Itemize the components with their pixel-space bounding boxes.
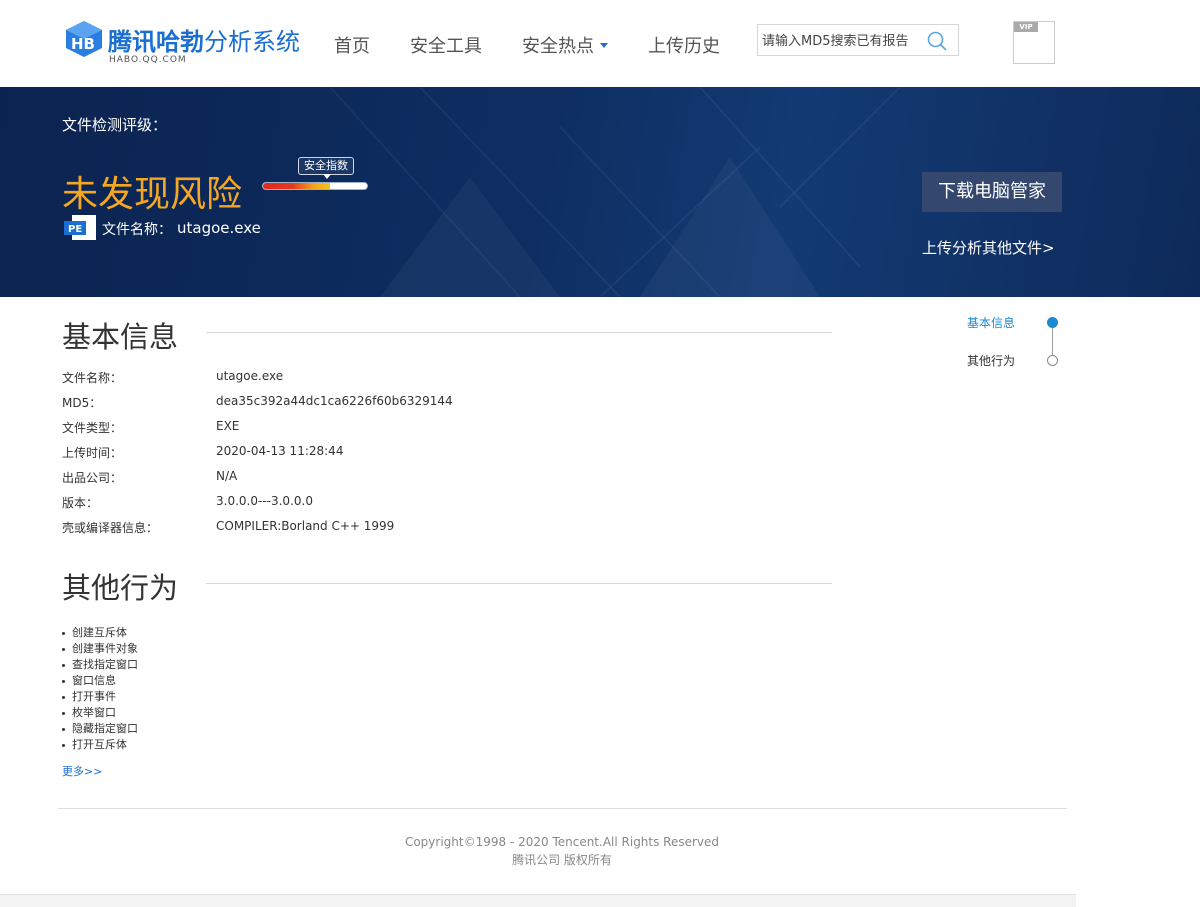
pe-file-icon-label: PE [68,224,82,235]
logo-title: 腾讯哈勃分析系统 [108,22,300,57]
side-nav-other-behavior[interactable]: 其他行为 [967,352,1015,369]
logo-title-rest: 分析系统 [204,28,300,56]
info-value: dea35c392a44dc1ca6226f60b6329144 [216,394,453,408]
bottom-scrollbar[interactable] [0,894,1076,907]
info-label: 壳或编译器信息： [62,521,159,535]
search-box [757,24,959,56]
chevron-down-icon [600,42,608,48]
vip-avatar[interactable]: VIP [1013,21,1055,64]
safety-index-tag: 安全指数 [298,157,354,179]
info-label: 文件类型： [62,421,123,435]
footer-copyright-cn: 腾讯公司 版权所有 [512,853,612,867]
result-banner: 文件检测评级： 未发现风险 安全指数 PE 文件名称： utagoe.exe 下… [0,87,1200,297]
main-nav: 首页 安全工具 安全热点 上传历史 [334,32,760,58]
file-name-label: 文件名称： [102,222,172,238]
top-header: HB 腾讯哈勃分析系统 HABO.QQ.COM 首页 安全工具 安全热点 上传历… [0,0,1200,87]
info-label: 版本： [62,496,99,510]
list-item: 窗口信息 [62,673,138,689]
rating-label: 文件检测评级： [62,116,168,134]
pe-file-icon: PE [64,215,96,240]
basic-info-title: 基本信息 [62,320,179,354]
logo-subtitle: HABO.QQ.COM [109,55,187,65]
file-name-value: utagoe.exe [177,219,261,237]
list-item: 创建互斥体 [62,625,138,641]
footer-copyright: Copyright©1998 - 2020 Tencent.All Rights… [404,835,720,849]
list-item: 打开事件 [62,689,138,705]
info-value: EXE [216,419,240,433]
vip-badge: VIP [1014,22,1038,32]
side-nav-basic-info[interactable]: 基本信息 [967,314,1015,331]
basic-info-divider [206,332,832,333]
info-label: 上传时间： [62,446,123,460]
md5-search-input[interactable] [762,31,922,51]
info-label: 出品公司： [62,471,123,485]
info-label: MD5： [62,396,102,410]
nav-item-upload-history[interactable]: 上传历史 [648,32,720,58]
safety-index-fill [263,183,330,189]
svg-text:HB: HB [71,35,95,53]
download-pc-manager-button[interactable]: 下载电脑管家 [922,172,1062,212]
list-item: 创建事件对象 [62,641,138,657]
info-value: COMPILER:Borland C++ 1999 [216,519,395,533]
info-value: N/A [216,469,238,483]
nav-item-label: 首页 [334,36,370,57]
search-icon[interactable] [926,30,948,52]
info-value: 2020-04-13 11:28:44 [216,444,344,458]
other-behavior-divider [206,583,832,584]
info-value: utagoe.exe [216,369,284,383]
side-nav-dot-active[interactable] [1047,317,1058,328]
habo-logo-icon: HB [66,21,102,57]
nav-item-label: 安全热点 [522,36,594,57]
more-behaviors-link[interactable]: 更多>> [62,763,102,779]
verdict-text: 未发现风险 [62,174,243,215]
logo-title-bold: 腾讯哈勃 [108,28,204,56]
nav-item-label: 安全工具 [410,36,482,57]
upload-other-file-link[interactable]: 上传分析其他文件> [922,237,1055,258]
other-behavior-title: 其他行为 [62,571,179,605]
side-nav-dot[interactable] [1047,355,1058,366]
list-item: 查找指定窗口 [62,657,138,673]
habo-logo[interactable]: HB 腾讯哈勃分析系统 HABO.QQ.COM [64,18,304,70]
safety-index-bar [262,182,368,190]
nav-item-home[interactable]: 首页 [334,32,370,58]
info-label: 文件名称： [62,371,123,385]
list-item: 打开互斥体 [62,737,138,753]
nav-item-security-tools[interactable]: 安全工具 [410,32,482,58]
list-item: 隐藏指定窗口 [62,721,138,737]
list-item: 枚举窗口 [62,705,138,721]
info-value: 3.0.0.0---3.0.0.0 [216,494,313,508]
nav-item-security-hotspots[interactable]: 安全热点 [522,32,608,58]
nav-item-label: 上传历史 [648,36,720,57]
behavior-list: 创建互斥体 创建事件对象 查找指定窗口 窗口信息 打开事件 枚举窗口 隐藏指定窗… [62,625,138,753]
footer-divider [58,808,1067,809]
